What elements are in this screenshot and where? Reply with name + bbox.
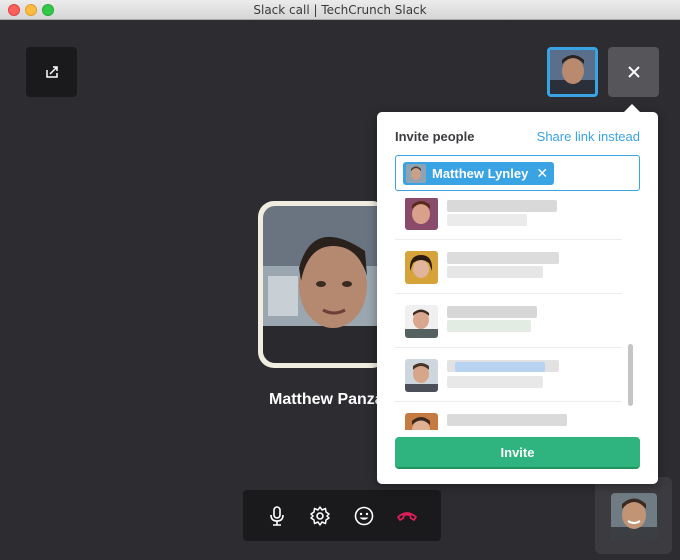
caller-name: Matthew Panzarino (269, 391, 379, 408)
self-avatar-image (550, 50, 595, 94)
list-scrollbar[interactable] (628, 344, 633, 406)
recipient-name: Matthew Lynley (432, 166, 529, 181)
list-item[interactable] (395, 198, 622, 240)
person-avatar (405, 305, 438, 338)
gear-icon (310, 505, 330, 526)
invite-button[interactable]: Invite (395, 437, 640, 469)
list-item[interactable] (395, 294, 622, 348)
invite-people-panel: Invite people Share link instead Matthew… (377, 104, 658, 484)
person-avatar (405, 413, 438, 430)
self-video-thumbnail[interactable] (547, 47, 598, 97)
participant-photo (610, 492, 657, 539)
invite-search-input[interactable]: Matthew Lynley ✕ (395, 155, 640, 191)
participant-thumbnail[interactable] (595, 477, 672, 554)
title-bar: Slack call | TechCrunch Slack (0, 0, 680, 20)
share-link-instead-link[interactable]: Share link instead (537, 129, 640, 144)
caller-avatar (258, 201, 388, 368)
list-item[interactable] (395, 348, 622, 402)
settings-button[interactable] (306, 502, 334, 530)
close-icon (627, 66, 640, 78)
recipient-token[interactable]: Matthew Lynley ✕ (403, 162, 555, 185)
person-avatar (405, 359, 438, 392)
hang-up-button[interactable] (393, 502, 421, 530)
caller-photo (263, 206, 388, 363)
panel-title: Invite people (395, 129, 475, 144)
call-controls (243, 490, 441, 541)
list-item[interactable] (395, 402, 622, 430)
microphone-icon (269, 505, 284, 526)
person-avatar (405, 251, 438, 284)
mute-button[interactable] (263, 502, 291, 530)
people-list (395, 198, 640, 430)
remove-recipient-icon[interactable]: ✕ (536, 165, 548, 182)
share-screen-icon (45, 66, 58, 78)
person-avatar (405, 198, 438, 230)
recipient-avatar (406, 164, 426, 183)
hang-up-icon (397, 511, 418, 521)
reactions-button[interactable] (350, 502, 378, 530)
emoji-icon (354, 506, 374, 525)
window-title: Slack call | TechCrunch Slack (253, 3, 427, 17)
list-item[interactable] (395, 240, 622, 294)
close-panel-button[interactable] (608, 47, 659, 97)
share-screen-button[interactable] (26, 47, 77, 97)
